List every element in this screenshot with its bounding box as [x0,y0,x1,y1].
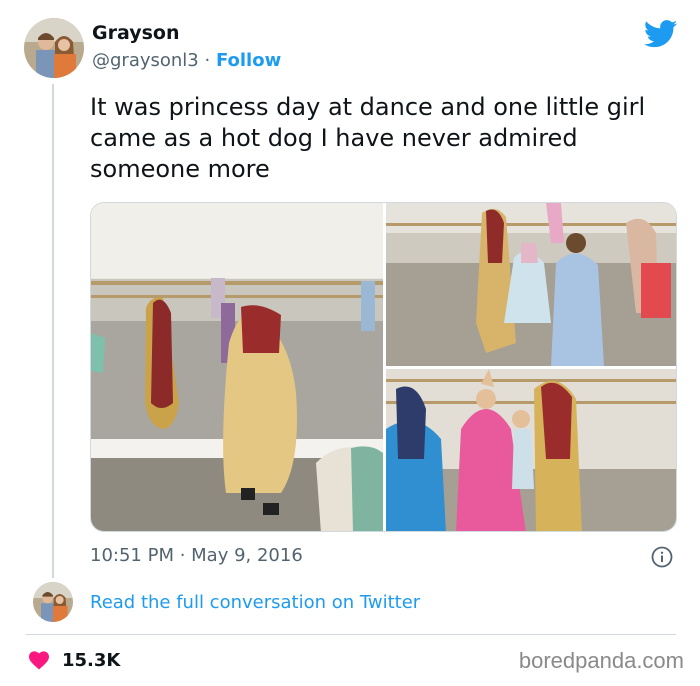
tweet-text: It was princess day at dance and one lit… [90,93,646,183]
like-count[interactable]: 15.3K [62,650,120,671]
author-avatar[interactable] [24,18,84,78]
heart-icon[interactable] [28,650,50,670]
photo-girls-holding-hands[interactable] [386,203,676,366]
boredpanda-watermark: boredpanda.com [518,648,684,673]
tweet-media-grid[interactable] [90,202,677,532]
twitter-bird-icon[interactable] [643,20,678,48]
author-handle[interactable]: @graysonl3 [92,50,199,71]
reply-avatar[interactable] [33,582,73,622]
info-icon[interactable] [651,546,673,568]
read-conversation-link[interactable]: Read the full conversation on Twitter [90,592,420,613]
separator: · [198,50,216,71]
divider [26,634,676,635]
author-handle-row: @graysonl3 · Follow [92,50,281,71]
photo-dance-studio-mirror[interactable] [91,203,383,531]
photo-princess-and-hot-dog[interactable] [386,369,676,531]
thread-line [52,84,54,578]
author-name[interactable]: Grayson [92,22,179,44]
tweet-timestamp[interactable]: 10:51 PM · May 9, 2016 [90,545,303,566]
follow-button[interactable]: Follow [216,50,281,71]
